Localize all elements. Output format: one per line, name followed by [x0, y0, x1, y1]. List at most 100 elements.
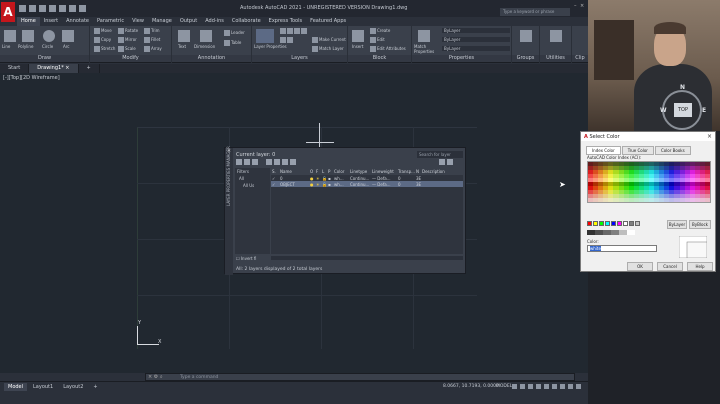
compass-west[interactable]: W [660, 107, 667, 114]
settings-icon[interactable] [447, 159, 453, 165]
bylayer-button[interactable]: ByLayer [667, 220, 687, 229]
undo-icon[interactable] [69, 5, 76, 12]
new-icon[interactable] [19, 5, 26, 12]
tab-manage[interactable]: Manage [148, 17, 176, 26]
layer-properties-button[interactable]: Layer Properties [254, 44, 287, 49]
column-header[interactable]: Description [421, 168, 459, 175]
tab-add-ins[interactable]: Add-ins [201, 17, 228, 26]
stretch-button[interactable]: Stretch [94, 46, 115, 52]
line-button[interactable]: Line [2, 44, 10, 49]
circle-button[interactable]: Circle [42, 44, 53, 49]
tab-index-color[interactable]: Index Color [586, 146, 621, 155]
trim-button[interactable]: Trim [144, 28, 160, 34]
filter-all-used[interactable]: All Us [235, 182, 270, 189]
new-property-filter-icon[interactable] [236, 159, 242, 165]
dimension-button[interactable]: Dimension [194, 44, 215, 49]
grid-toggle-icon[interactable] [512, 384, 517, 389]
tab-parametric[interactable]: Parametric [93, 17, 128, 26]
properties-panel-title[interactable]: Properties [412, 55, 511, 62]
dialog-title-bar[interactable]: A Select Color [581, 132, 715, 141]
layer-transparency[interactable]: 0 [397, 181, 415, 187]
ortho-toggle-icon[interactable] [528, 384, 533, 389]
modify-panel-title[interactable]: Modify [90, 55, 171, 62]
save-icon[interactable] [39, 5, 46, 12]
gray-shades[interactable] [587, 230, 635, 235]
palette-title-bar[interactable]: × LAYER PROPERTIES MANAGER [225, 146, 233, 275]
aci-color-palette[interactable] [587, 161, 711, 203]
layer-row[interactable]: ✓ OBJECT ● ☀ 🔓 ▪ wh... Continu... — Defa... 0 3E [271, 181, 463, 187]
array-button[interactable]: Array [144, 46, 162, 52]
coordinates-readout[interactable]: 8.0667, 10.7193, 0.0000 [443, 384, 499, 389]
group-icon[interactable] [520, 30, 532, 42]
edit-attributes-button[interactable]: Edit Attributes [370, 46, 406, 52]
set-current-icon[interactable] [290, 159, 296, 165]
tab-start[interactable]: Start [0, 64, 30, 73]
layer-states-icon[interactable] [252, 159, 258, 165]
insert-block-button[interactable]: Insert [352, 44, 363, 49]
create-block-button[interactable]: Create [370, 28, 390, 34]
tab-color-books[interactable]: Color Books [654, 146, 691, 155]
tab-express-tools[interactable]: Express Tools [265, 17, 306, 26]
autocad-logo-icon[interactable]: A [1, 2, 15, 22]
command-line[interactable]: × ⚙ ⌕ Type a command [145, 373, 575, 381]
text-button[interactable]: Text [178, 44, 186, 49]
utilities-panel-title[interactable]: Utilities [540, 55, 571, 62]
mirror-button[interactable]: Mirror [118, 37, 137, 43]
rotate-button[interactable]: Rotate [118, 28, 138, 34]
compass-north[interactable]: N [680, 84, 685, 91]
color-input[interactable]: white [587, 245, 657, 252]
byblock-button[interactable]: ByBlock [689, 220, 711, 229]
add-layout-button[interactable]: + [89, 383, 101, 391]
layer-properties-icon[interactable] [256, 29, 274, 43]
column-header[interactable]: S. [271, 168, 279, 175]
layer-dropdown[interactable] [280, 37, 294, 43]
ok-button[interactable]: OK [627, 262, 653, 271]
layer-state-icons[interactable] [280, 28, 308, 34]
save-as-icon[interactable] [49, 5, 56, 12]
layer-lineweight[interactable]: — Defa... [371, 181, 397, 187]
tab-featured-apps[interactable]: Featured Apps [306, 17, 350, 26]
make-current-button[interactable]: Make Current [312, 37, 346, 43]
new-layer-vp-frozen-icon[interactable] [274, 159, 280, 165]
circle-icon[interactable] [43, 30, 55, 42]
column-header[interactable]: Color [333, 168, 349, 175]
print-icon[interactable] [59, 5, 66, 12]
customize-icon[interactable] [568, 384, 573, 389]
snap-toggle-icon[interactable] [520, 384, 525, 389]
lineweight-dropdown[interactable]: ByLayer [442, 37, 510, 42]
clipboard-panel-title[interactable]: Clip [572, 55, 588, 62]
viewcube-top-face[interactable]: TOP [674, 103, 692, 117]
layer-description[interactable] [421, 181, 459, 187]
layer-name[interactable]: OBJECT [279, 181, 309, 187]
copy-button[interactable]: Copy [94, 37, 111, 43]
cancel-button[interactable]: Cancel [657, 262, 683, 271]
polyline-button[interactable]: Polyline [18, 44, 33, 49]
tab-true-color[interactable]: True Color [621, 146, 654, 155]
close-command-line-icon[interactable]: × ⚙ ⌕ [148, 374, 163, 380]
polyline-icon[interactable] [22, 30, 34, 42]
close-tab-icon[interactable]: × [65, 65, 69, 71]
tab-collaborate[interactable]: Collaborate [228, 17, 265, 26]
color-dropdown[interactable]: ByLayer [442, 28, 510, 33]
standard-colors[interactable] [587, 221, 640, 226]
move-button[interactable]: Move [94, 28, 112, 34]
dimension-icon[interactable] [200, 30, 212, 42]
tab-annotate[interactable]: Annotate [62, 17, 93, 26]
layers-panel-title[interactable]: Layers [252, 55, 347, 62]
arc-icon[interactable] [62, 30, 74, 42]
layer-color[interactable]: wh... [333, 181, 349, 187]
block-panel-title[interactable]: Block [348, 55, 411, 62]
annotation-scale-icon[interactable] [552, 384, 557, 389]
filter-all[interactable]: All [235, 175, 270, 182]
column-header[interactable]: Linetype [349, 168, 371, 175]
layer-search-input[interactable]: Search for layer [417, 151, 463, 158]
line-icon[interactable] [4, 30, 16, 42]
tab-drawing1[interactable]: Drawing1* × [29, 64, 79, 73]
table-button[interactable]: Table [224, 40, 241, 46]
linetype-dropdown[interactable]: ByLayer [442, 46, 510, 51]
help-button[interactable]: Help [687, 262, 713, 271]
workspace-icon[interactable] [560, 384, 565, 389]
command-input[interactable]: Type a command [180, 375, 218, 380]
osnap-toggle-icon[interactable] [544, 384, 549, 389]
new-group-filter-icon[interactable] [244, 159, 250, 165]
